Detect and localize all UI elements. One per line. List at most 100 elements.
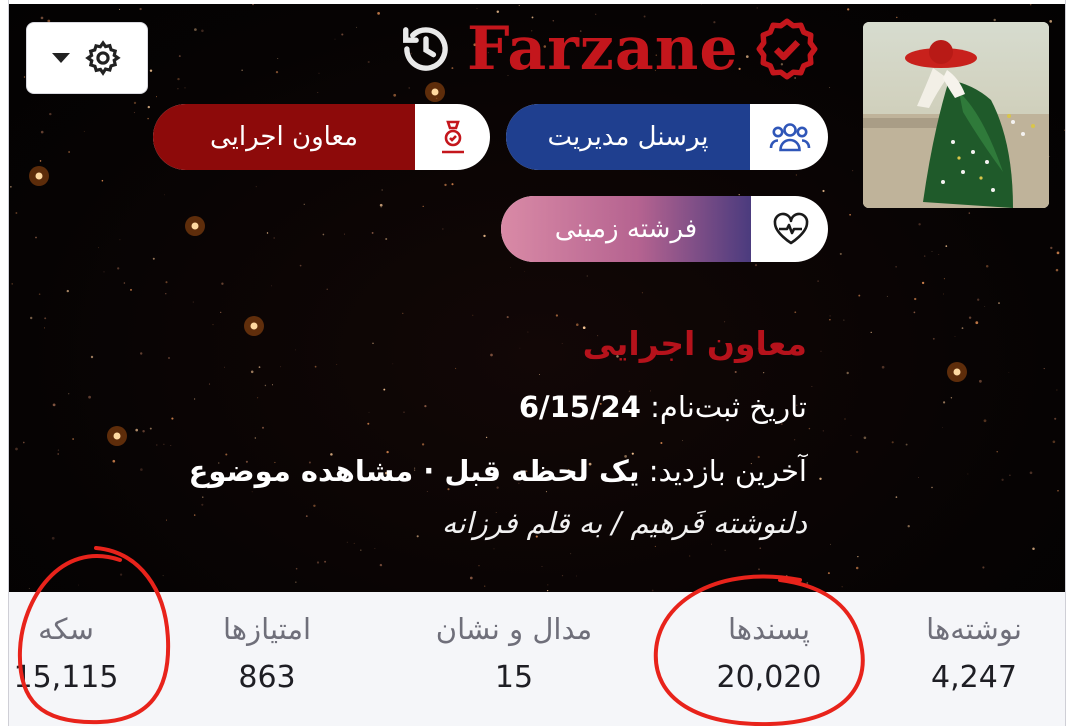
badge-management-label: پرسنل مدیریت [506, 104, 750, 170]
star [819, 477, 822, 481]
bright-star [953, 368, 961, 376]
star [374, 548, 376, 549]
star [846, 371, 849, 375]
star [422, 205, 424, 208]
star [1032, 547, 1035, 550]
star [895, 496, 898, 498]
star [1050, 246, 1053, 250]
star [555, 314, 559, 317]
last-seen-value[interactable]: یک لحظه قبل · مشاهده موضوع [189, 454, 640, 488]
star [98, 247, 99, 249]
star [1064, 129, 1065, 131]
star [1029, 471, 1033, 475]
star [314, 365, 317, 368]
star [368, 411, 370, 413]
star [561, 342, 563, 344]
star [88, 395, 91, 399]
star [367, 60, 370, 64]
star [83, 130, 85, 132]
star [379, 203, 383, 207]
star [817, 280, 819, 282]
star [316, 561, 320, 564]
star [1049, 156, 1051, 158]
star [493, 548, 495, 550]
username: Farzane [467, 14, 739, 84]
bright-star [431, 88, 439, 96]
star [943, 293, 944, 295]
star [44, 317, 47, 320]
star [982, 566, 985, 569]
stat-posts[interactable]: نوشته‌ها 4,247 [894, 612, 1054, 695]
star [192, 301, 194, 303]
star [905, 443, 908, 446]
star [754, 264, 758, 267]
star [367, 422, 370, 425]
star [39, 160, 42, 162]
star [968, 316, 972, 319]
star [822, 430, 824, 432]
star [918, 223, 921, 226]
stat-medals-label: مدال و نشان [435, 612, 593, 646]
star [393, 93, 397, 97]
star [1056, 251, 1060, 255]
star [472, 314, 474, 316]
star [907, 525, 910, 528]
star [162, 575, 164, 577]
star [379, 563, 383, 567]
star [979, 379, 982, 383]
star [756, 7, 758, 9]
star [103, 271, 105, 273]
stat-points[interactable]: امتیازها 863 [187, 612, 347, 695]
star [998, 302, 1000, 305]
star [72, 438, 74, 440]
joined-date: تاریخ ثبت‌نام: 6/15/24 [519, 390, 807, 424]
star [763, 372, 765, 374]
star [262, 426, 264, 429]
star [870, 331, 872, 334]
badge-angel[interactable]: فرشته زمینی [501, 196, 828, 262]
users-icon [752, 104, 828, 170]
star [49, 112, 52, 116]
star [142, 430, 145, 433]
star [377, 12, 380, 15]
star [857, 556, 859, 558]
star [313, 504, 316, 508]
badge-management[interactable]: پرسنل مدیریت [506, 104, 828, 170]
joined-label: تاریخ ثبت‌نام: [650, 390, 807, 424]
star [221, 282, 224, 285]
stat-coins[interactable]: سکه 15,115 [11, 612, 121, 695]
stat-medals[interactable]: مدال و نشان 15 [404, 612, 624, 695]
star [57, 449, 60, 451]
star [478, 565, 480, 567]
star [184, 87, 186, 89]
profile-card: Farzane پرسنل مدیریت معاون اجرایی فرشته … [8, 0, 1066, 726]
star [258, 366, 261, 368]
star [165, 519, 167, 521]
star [193, 398, 196, 400]
star [923, 255, 926, 257]
star [149, 427, 152, 430]
star [170, 444, 172, 446]
star [843, 319, 845, 321]
avatar[interactable] [863, 22, 1049, 208]
star [356, 26, 358, 28]
star [945, 245, 948, 247]
star [163, 443, 165, 445]
last-seen: آخرین بازدید: یک لحظه قبل · مشاهده موضوع [189, 454, 807, 488]
stat-likes-value: 20,020 [716, 660, 822, 695]
star [561, 574, 564, 577]
stat-likes-label: پسندها [727, 612, 811, 646]
star [344, 233, 345, 235]
settings-dropdown-button[interactable] [26, 22, 148, 94]
star [15, 447, 18, 451]
history-icon[interactable] [399, 22, 453, 76]
badge-executive[interactable]: معاون اجرایی [153, 104, 490, 170]
star [794, 439, 796, 441]
star [538, 374, 540, 375]
star [576, 575, 577, 577]
star [808, 427, 811, 430]
star [641, 292, 643, 294]
star [839, 252, 842, 255]
star [519, 347, 521, 349]
stat-likes[interactable]: پسندها 20,020 [689, 612, 849, 695]
